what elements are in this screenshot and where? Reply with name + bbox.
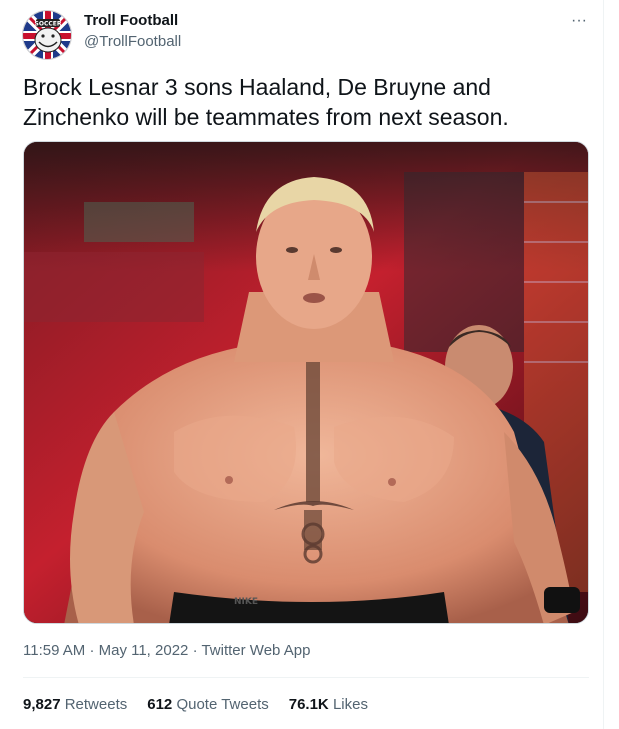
likes-label: Likes — [332, 696, 368, 713]
author-handle[interactable]: @TrollFootball — [84, 33, 181, 50]
likes-count: 76.1K — [288, 696, 329, 713]
tweet-date[interactable]: May 11, 2022 — [99, 642, 189, 659]
engagement-stats: 9,827 Retweets 612 Quote Tweets 76.1K Li… — [23, 696, 368, 713]
quote-tweets-label: Quote Tweets — [176, 696, 269, 713]
retweets-count: 9,827 — [23, 696, 61, 713]
shorts-watermark: NIKE — [234, 597, 258, 607]
tweet-card: SOCCER Troll Football @TrollFootball ···… — [0, 0, 604, 729]
retweets-stat[interactable]: 9,827 Retweets — [23, 696, 127, 713]
retweets-label: Retweets — [64, 696, 128, 713]
divider — [23, 677, 589, 678]
profile-avatar[interactable]: SOCCER — [22, 10, 72, 60]
meta-separator: · — [192, 642, 198, 659]
tweet-metadata: 11:59 AM · May 11, 2022 · Twitter Web Ap… — [23, 642, 310, 659]
union-jack-troll-icon: SOCCER — [23, 11, 71, 59]
tweet-time[interactable]: 11:59 AM — [23, 642, 85, 659]
meta-separator: · — [89, 642, 95, 659]
tweet-text: Brock Lesnar 3 sons Haaland, De Bruyne a… — [23, 74, 509, 130]
wrestler-photo-illustration: NIKE — [24, 142, 588, 623]
quote-tweets-stat[interactable]: 612 Quote Tweets — [147, 696, 268, 713]
quote-tweets-count: 612 — [147, 696, 173, 713]
author-display-name[interactable]: Troll Football — [84, 12, 178, 29]
avatar-text: SOCCER — [35, 21, 62, 28]
likes-stat[interactable]: 76.1K Likes — [289, 696, 368, 713]
more-options-icon[interactable]: ··· — [566, 8, 592, 34]
tweet-source[interactable]: Twitter Web App — [201, 642, 310, 659]
tweet-media-photo[interactable]: NIKE — [23, 141, 589, 624]
